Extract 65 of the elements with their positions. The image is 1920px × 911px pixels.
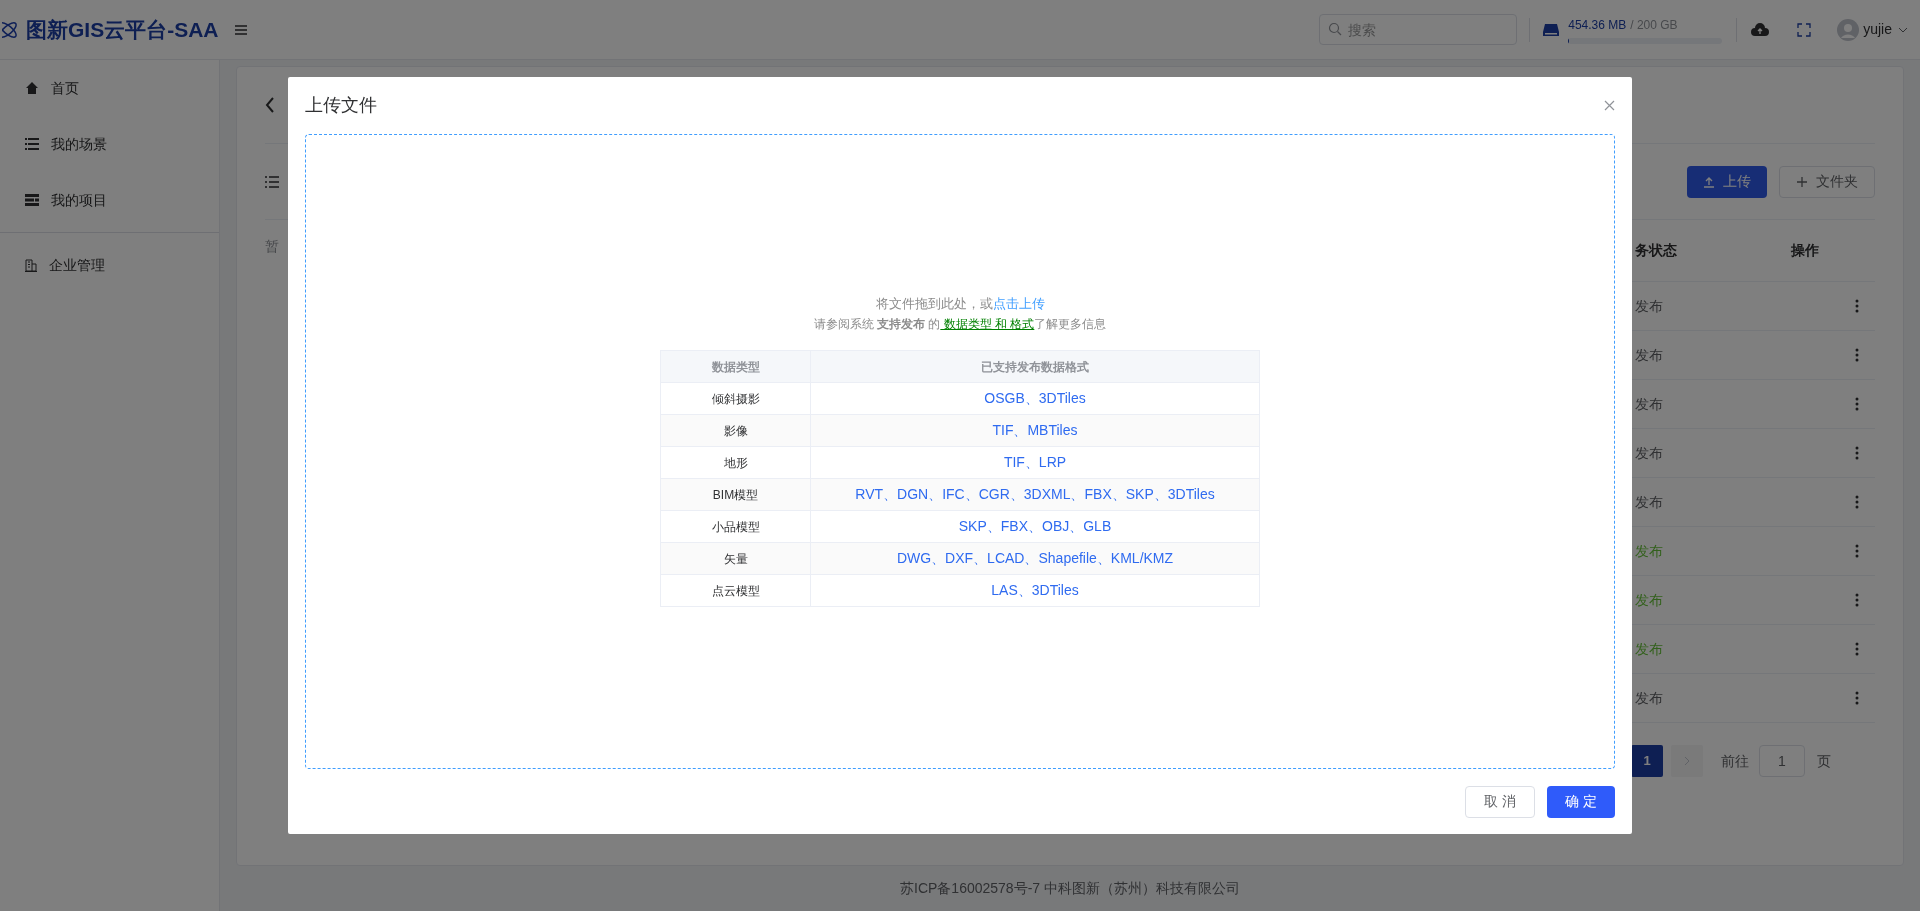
close-icon[interactable] <box>1604 100 1615 111</box>
page-suffix: 页 <box>1817 751 1831 771</box>
dialog-title: 上传文件 <box>305 94 377 117</box>
cloud-upload-icon[interactable] <box>1751 22 1770 37</box>
sidebar-item[interactable]: 企业管理 <box>0 237 219 293</box>
more-icon[interactable] <box>1855 446 1859 460</box>
more-icon[interactable] <box>1855 593 1859 607</box>
chevron-down-icon[interactable] <box>1898 26 1908 33</box>
status-text: 发布 <box>1634 345 1664 365</box>
click-upload-link[interactable]: 点击上传 <box>992 296 1045 311</box>
user-name[interactable]: yujie <box>1863 19 1892 40</box>
format-cell-text: TIF、LRP <box>1002 453 1068 472</box>
upload-icon <box>1703 175 1715 188</box>
status-text: 发布 <box>1634 492 1664 512</box>
status-text: 发布 <box>1634 443 1664 463</box>
format-cell-text: SKP、FBX、OBJ、GLB <box>957 517 1113 536</box>
status-text: 发布 <box>1634 394 1664 414</box>
footer-text: 苏ICP备16002578号-7 中科图新（苏州）科技有限公司 <box>900 879 1240 898</box>
type-cell: 点云模型 <box>661 575 811 606</box>
more-icon[interactable] <box>1855 544 1859 558</box>
sidebar-item[interactable]: 首页 <box>0 60 219 116</box>
page-button[interactable]: 1 <box>1631 745 1663 777</box>
logo-text: 图新GIS云平台-SAA <box>26 16 219 43</box>
fullscreen-icon[interactable] <box>1797 22 1812 37</box>
more-icon[interactable] <box>1855 397 1859 411</box>
format-cell-text: RVT、DGN、IFC、CGR、3DXML、FBX、SKP、3DTiles <box>854 485 1216 504</box>
info-text: 请参阅系统 支持发布 的 数据类型 和 格式了解更多信息 <box>813 316 1107 333</box>
more-icon[interactable] <box>1855 495 1859 509</box>
goto-label: 前往 <box>1721 751 1749 771</box>
storage-used: 454.36 MB <box>1568 16 1627 34</box>
menu-icon[interactable] <box>234 23 248 36</box>
column-header: 操作 <box>1791 241 1820 260</box>
status-text: 发布 <box>1634 541 1664 561</box>
column-header: 已支持发布数据格式 <box>980 358 1090 376</box>
more-icon[interactable] <box>1855 299 1859 313</box>
new-folder-button[interactable]: 文件夹 <box>1779 165 1875 198</box>
back-icon[interactable] <box>265 96 275 114</box>
drop-hint: 将文件拖到此处，或点击上传 <box>875 295 1045 313</box>
status-text: 发布 <box>1634 688 1664 708</box>
plus-icon <box>1796 175 1808 188</box>
status-text: 发布 <box>1634 639 1664 659</box>
list-view-icon[interactable] <box>265 175 279 188</box>
server-icon <box>25 194 39 206</box>
more-icon[interactable] <box>1855 642 1859 656</box>
status-text: 发布 <box>1634 296 1664 316</box>
more-icon[interactable] <box>1855 348 1859 362</box>
list-icon <box>25 138 39 150</box>
confirm-button[interactable]: 确 定 <box>1547 785 1615 818</box>
home-icon <box>25 81 39 95</box>
more-icon[interactable] <box>1855 691 1859 705</box>
sidebar-item[interactable]: 我的项目 <box>0 172 219 228</box>
cancel-button[interactable]: 取 消 <box>1465 785 1536 818</box>
storage-icon <box>1542 21 1561 38</box>
format-cell-text: OSGB、3DTiles <box>983 389 1087 408</box>
page-input[interactable]: 1 <box>1759 745 1805 777</box>
column-header: 务状态 <box>1634 241 1678 260</box>
format-cell-text: LAS、3DTiles <box>990 581 1080 600</box>
upload-button[interactable]: 上传 <box>1687 165 1767 198</box>
search-icon <box>1328 22 1343 36</box>
format-cell-text: DWG、DXF、LCAD、Shapefile、KML/KMZ <box>895 549 1175 568</box>
sidebar-item[interactable]: 我的场景 <box>0 116 219 172</box>
building-icon <box>25 258 37 272</box>
format-cell-text: TIF、MBTiles <box>991 421 1079 440</box>
status-text: 发布 <box>1634 590 1664 610</box>
format-link[interactable]: 数据类型 和 格式 <box>940 317 1035 331</box>
